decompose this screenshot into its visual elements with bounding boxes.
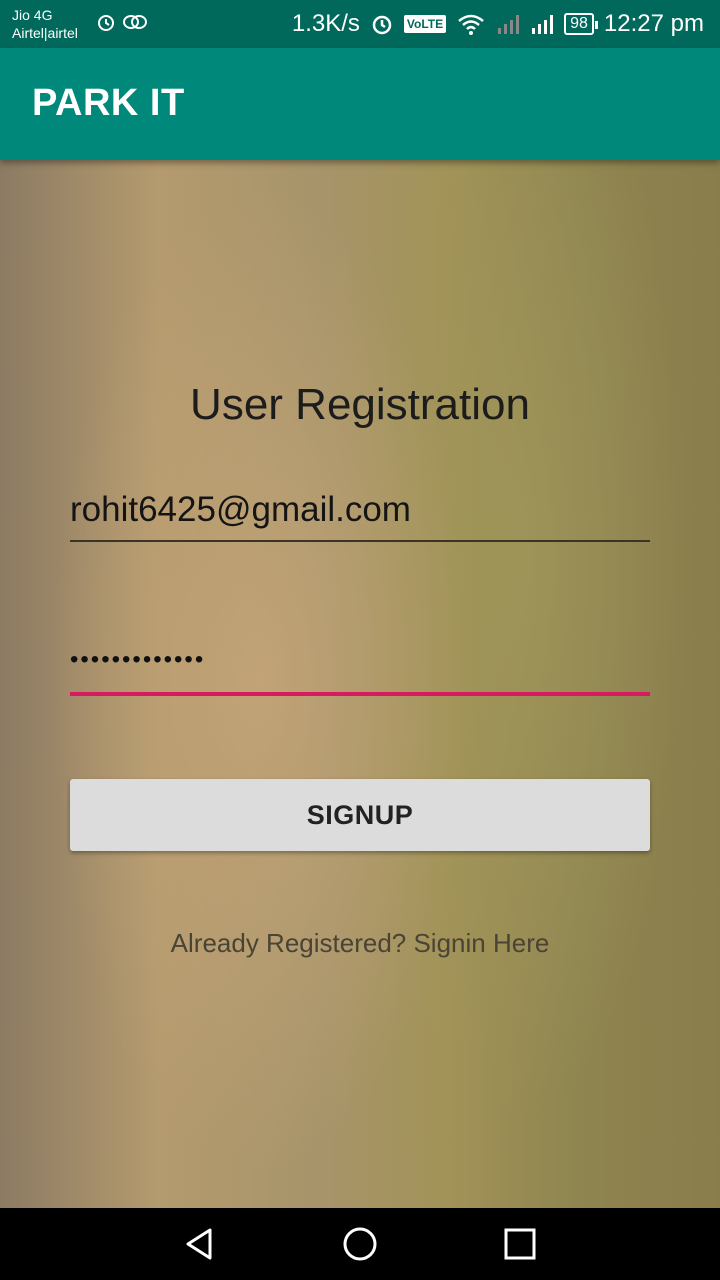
alarm-icon — [98, 15, 114, 31]
signup-button[interactable]: SIGNUP — [70, 779, 650, 851]
status-bar: Jio 4G Airtel|airtel 1.3K/s VoLTE 98 12:… — [0, 0, 720, 48]
sync-icon — [123, 15, 147, 29]
wifi-icon — [458, 14, 484, 35]
home-icon[interactable] — [342, 1226, 378, 1262]
recents-icon[interactable] — [502, 1226, 538, 1262]
signal-icon — [498, 15, 520, 34]
navigation-bar — [0, 1208, 720, 1280]
alarm-icon — [372, 15, 392, 35]
app-bar: PARK IT — [0, 48, 720, 160]
page-title: User Registration — [190, 380, 530, 429]
net-speed: 1.3K/s — [291, 10, 360, 37]
registration-screen: User Registration rohit6425@gmail.com ••… — [0, 160, 720, 1208]
password-field[interactable]: ••••••••••••• — [70, 638, 650, 696]
carrier-1: Jio 4G — [12, 7, 53, 23]
back-icon[interactable] — [182, 1226, 218, 1262]
volte-icon: VoLTE — [403, 15, 447, 33]
app-title: PARK IT — [32, 82, 185, 124]
email-value: rohit6425@gmail.com — [70, 490, 411, 529]
password-value: ••••••••••••• — [70, 646, 206, 673]
email-field[interactable]: rohit6425@gmail.com — [70, 480, 650, 542]
clock: 12:27 pm — [603, 10, 704, 37]
carrier-info: Jio 4G Airtel|airtel — [12, 6, 78, 42]
battery-icon: 98 — [564, 13, 598, 35]
signal-icon — [532, 15, 554, 34]
carrier-2: Airtel|airtel — [12, 25, 78, 41]
signin-link[interactable]: Already Registered? Signin Here — [0, 928, 720, 959]
